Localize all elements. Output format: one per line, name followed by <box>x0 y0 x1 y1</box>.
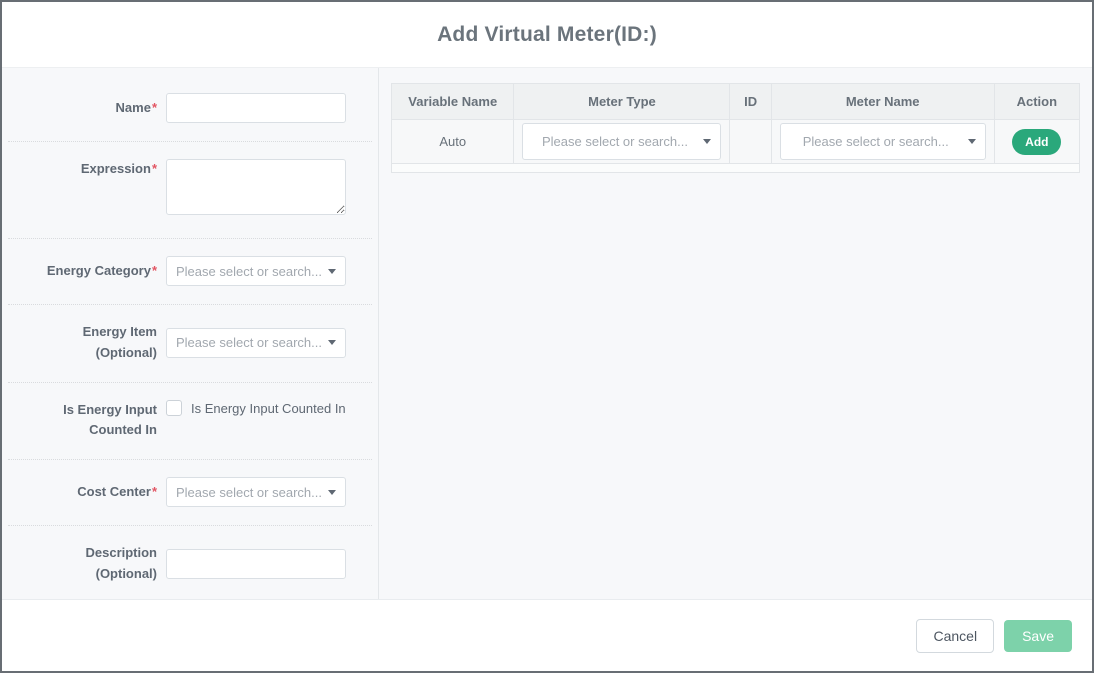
cancel-button[interactable]: Cancel <box>916 619 994 653</box>
form-row-cost-center: Cost Center* Please select or search... <box>8 460 372 526</box>
dialog-footer: Cancel Save <box>2 599 1092 671</box>
col-action: Action <box>994 84 1079 120</box>
form-row-name: Name* <box>8 76 372 142</box>
dialog-body: Name* Expression* Energy Category* Pleas… <box>2 67 1092 599</box>
cost-center-select[interactable]: Please select or search... <box>166 477 346 507</box>
energy-item-label: Energy Item (Optional) <box>32 322 157 364</box>
energy-category-control: Please select or search... <box>166 256 346 286</box>
select-placeholder-text: Please select or search... <box>532 134 697 149</box>
name-label: Name* <box>32 98 157 119</box>
action-cell: Add <box>994 120 1079 164</box>
col-meter-type: Meter Type <box>514 84 730 120</box>
required-asterisk: * <box>152 263 157 278</box>
description-label-text: Description (Optional) <box>85 545 157 581</box>
caret-down-icon <box>968 139 976 144</box>
col-variable-name: Variable Name <box>392 84 514 120</box>
form-row-is-energy-input: Is Energy Input Counted In Is Energy Inp… <box>8 383 372 461</box>
col-meter-name: Meter Name <box>771 84 994 120</box>
energy-category-label: Energy Category* <box>32 261 157 282</box>
meter-name-select[interactable]: Please select or search... <box>780 123 986 160</box>
form-row-energy-item: Energy Item (Optional) Please select or … <box>8 305 372 383</box>
select-placeholder-text: Please select or search... <box>176 485 322 500</box>
name-input[interactable] <box>166 93 346 123</box>
form-row-expression: Expression* <box>8 142 372 239</box>
table-empty-cell <box>392 164 1080 173</box>
meter-name-cell: Please select or search... <box>771 120 994 164</box>
add-virtual-meter-dialog: Add Virtual Meter(ID:) Name* Expression*… <box>0 0 1094 673</box>
energy-category-label-text: Energy Category <box>47 263 151 278</box>
name-label-text: Name <box>116 100 151 115</box>
expression-control <box>166 159 346 220</box>
add-variable-button[interactable]: Add <box>1012 129 1061 155</box>
save-button[interactable]: Save <box>1004 620 1072 652</box>
energy-item-label-text: Energy Item (Optional) <box>83 324 157 360</box>
caret-down-icon <box>328 340 336 345</box>
expression-label-text: Expression <box>81 161 151 176</box>
meter-form-panel: Name* Expression* Energy Category* Pleas… <box>2 68 379 599</box>
required-asterisk: * <box>152 161 157 176</box>
page-title: Add Virtual Meter(ID:) <box>437 23 657 47</box>
select-placeholder-text: Please select or search... <box>176 335 322 350</box>
form-row-description: Description (Optional) <box>8 526 372 599</box>
description-control <box>166 549 346 579</box>
select-placeholder-text: Please select or search... <box>176 264 322 279</box>
table-row: Auto Please select or search... Please s… <box>392 120 1080 164</box>
is-energy-input-label-text: Is Energy Input Counted In <box>63 402 157 438</box>
select-placeholder-text: Please select or search... <box>790 134 962 149</box>
caret-down-icon <box>328 490 336 495</box>
variable-name-cell: Auto <box>392 120 514 164</box>
name-control <box>166 93 346 123</box>
variables-table: Variable Name Meter Type ID Meter Name A… <box>391 83 1080 173</box>
is-energy-input-counted-checkbox[interactable] <box>166 400 182 416</box>
caret-down-icon <box>328 269 336 274</box>
id-cell <box>730 120 771 164</box>
is-energy-input-control: Is Energy Input Counted In <box>166 400 346 417</box>
form-row-energy-category: Energy Category* Please select or search… <box>8 239 372 305</box>
table-header-row: Variable Name Meter Type ID Meter Name A… <box>392 84 1080 120</box>
expression-variables-panel: Variable Name Meter Type ID Meter Name A… <box>379 68 1092 599</box>
dialog-header: Add Virtual Meter(ID:) <box>2 2 1092 67</box>
is-energy-input-label: Is Energy Input Counted In <box>32 400 157 442</box>
expression-label: Expression* <box>32 159 157 180</box>
required-asterisk: * <box>152 100 157 115</box>
description-label: Description (Optional) <box>32 543 157 585</box>
cost-center-control: Please select or search... <box>166 477 346 507</box>
energy-item-control: Please select or search... <box>166 328 346 358</box>
description-input[interactable] <box>166 549 346 579</box>
expression-textarea[interactable] <box>166 159 346 215</box>
meter-type-cell: Please select or search... <box>514 120 730 164</box>
energy-category-select[interactable]: Please select or search... <box>166 256 346 286</box>
energy-item-select[interactable]: Please select or search... <box>166 328 346 358</box>
table-empty-row <box>392 164 1080 173</box>
cost-center-label: Cost Center* <box>32 482 157 503</box>
meter-type-select[interactable]: Please select or search... <box>522 123 721 160</box>
required-asterisk: * <box>152 484 157 499</box>
col-id: ID <box>730 84 771 120</box>
checkbox-label: Is Energy Input Counted In <box>191 400 346 417</box>
caret-down-icon <box>703 139 711 144</box>
cost-center-label-text: Cost Center <box>77 484 151 499</box>
